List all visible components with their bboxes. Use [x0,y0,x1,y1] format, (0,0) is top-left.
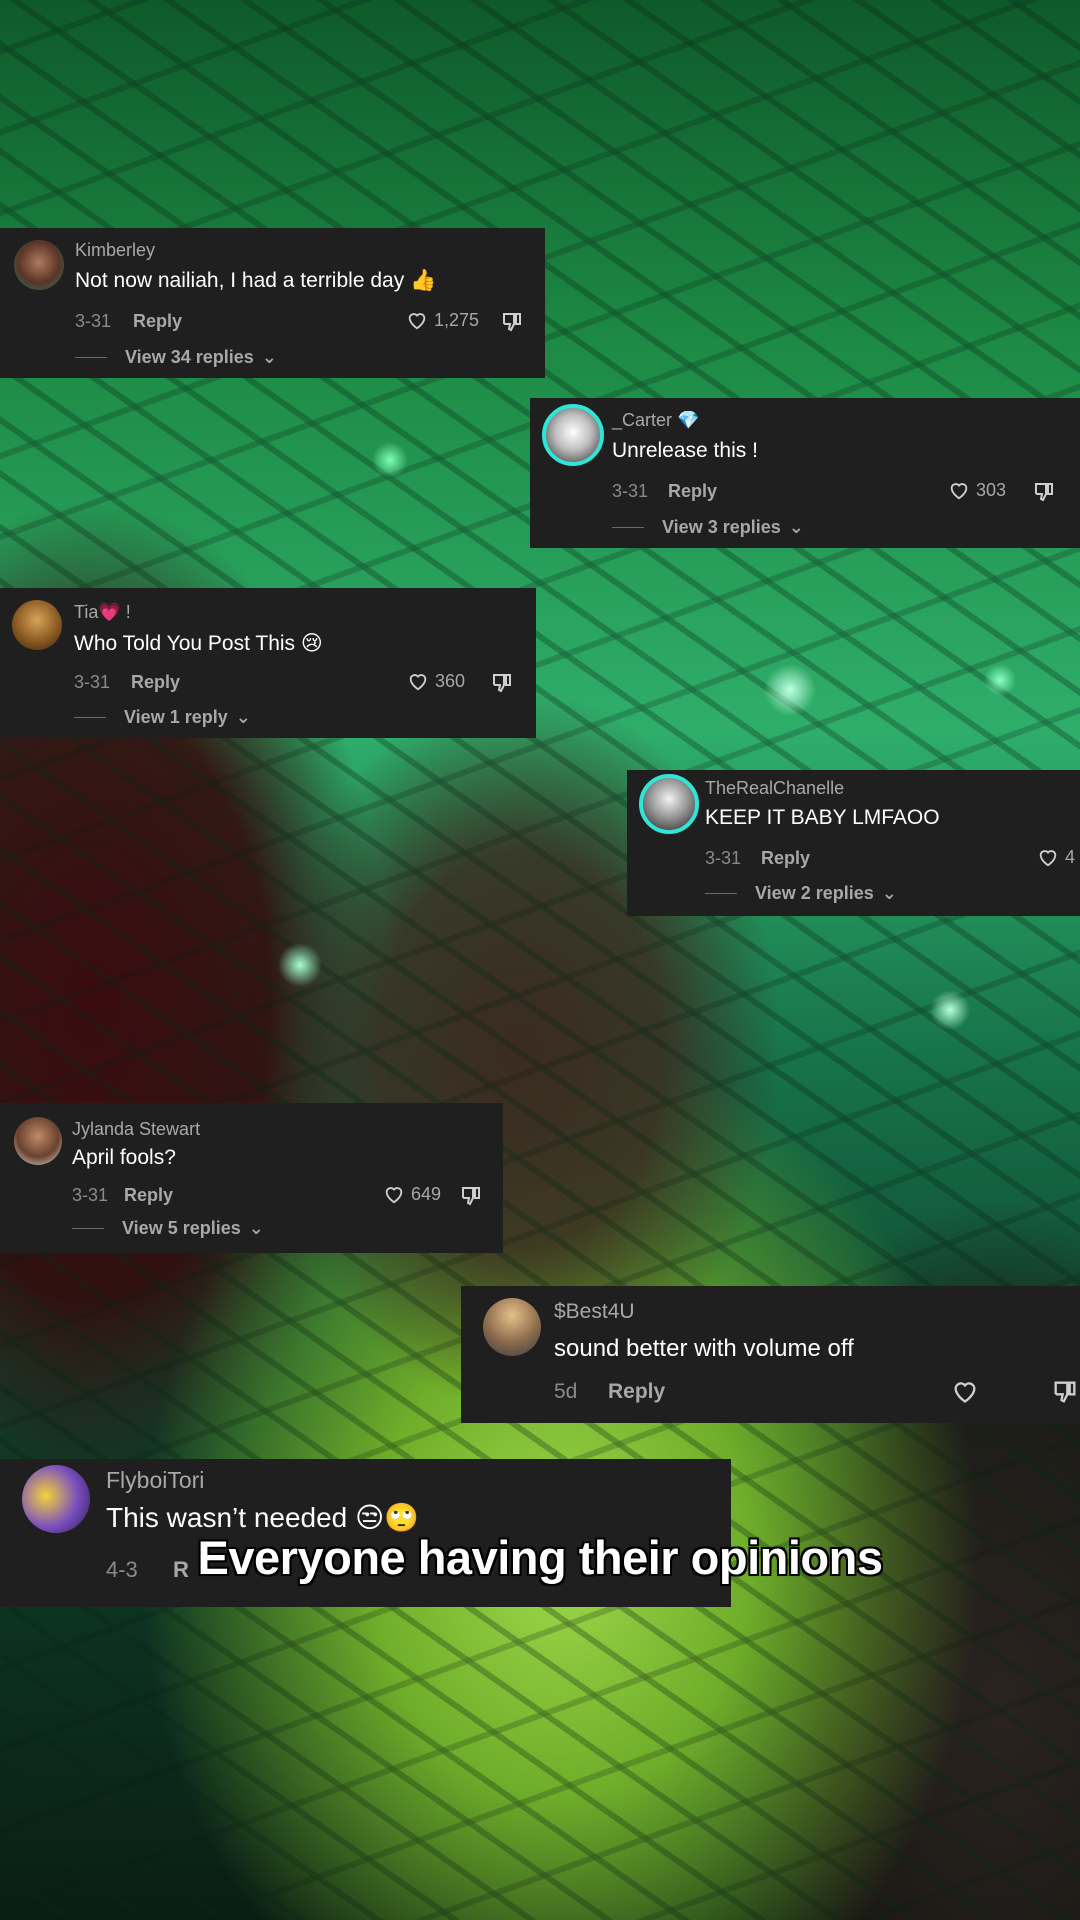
like-count: 4 [1065,846,1076,867]
reply-button[interactable]: Reply [131,672,180,693]
replies-divider-line [75,357,107,358]
avatar[interactable] [14,1117,62,1165]
chevron-down-icon: ⌄ [881,883,897,903]
like-count: 1,275 [434,309,480,330]
like-button[interactable]: 649 [383,1183,441,1205]
view-replies-label: View 2 replies [755,883,874,903]
comment-date: 3-31 [74,672,111,692]
view-replies-label: View 34 replies [125,347,254,367]
comment-username[interactable]: Kimberley [75,240,155,261]
avatar[interactable] [639,774,699,834]
reply-button[interactable]: Reply [668,481,717,502]
comment-text: Who Told You Post This 😢 [74,632,323,655]
view-replies-label: View 3 replies [662,517,781,537]
heart-icon [1039,850,1057,867]
heart-icon [385,1187,403,1204]
dislike-icon[interactable] [490,671,514,695]
video-caption: Everyone having their opinions [197,1531,883,1584]
like-button[interactable]: 1,275 [406,309,479,331]
comment-text: KEEP IT BABY LMFAOO [705,806,940,829]
comment-date: 3-31 [612,481,649,501]
like-button[interactable]: 4 [1037,846,1075,868]
comment-username[interactable]: $Best4U [554,1300,635,1324]
view-replies-button[interactable]: View 1 reply ⌄ [74,707,251,728]
reply-button[interactable]: Reply [608,1380,665,1404]
heart-icon [409,674,427,691]
reply-button[interactable]: Reply [761,848,810,869]
view-replies-button[interactable]: View 34 replies ⌄ [75,347,277,368]
comment-card: $Best4U sound better with volume off 5d … [461,1286,1080,1423]
heart-icon [950,483,968,500]
comment-card: TheRealChanelle KEEP IT BABY LMFAOO 3-31… [627,770,1080,916]
comment-text: Unrelease this ! [612,439,758,462]
comment-date: 3-31 [705,848,742,868]
dislike-icon[interactable] [1051,1378,1079,1406]
view-replies-button[interactable]: View 2 replies ⌄ [705,883,897,904]
comment-text: April fools? [72,1146,176,1169]
comment-username[interactable]: Jylanda Stewart [72,1119,200,1140]
comment-card: Tia💗 ! Who Told You Post This 😢 3-31 Rep… [0,588,536,738]
like-button[interactable]: 360 [407,670,465,692]
comment-username[interactable]: FlyboiTori [106,1467,204,1494]
comment-text: Not now nailiah, I had a terrible day 👍 [75,269,437,292]
avatar[interactable] [483,1298,541,1356]
heart-icon [954,1382,976,1403]
like-count: 303 [976,479,1007,500]
chevron-down-icon: ⌄ [235,707,251,727]
replies-divider-line [72,1228,104,1229]
like-button[interactable]: 303 [948,479,1006,501]
dislike-icon[interactable] [1032,480,1056,504]
replies-divider-line [705,893,737,894]
comment-date: 5d [554,1380,578,1403]
like-count: 649 [411,1183,442,1204]
comment-date: 3-31 [75,311,112,331]
comment-username[interactable]: _Carter 💎 [612,410,699,431]
view-replies-button[interactable]: View 5 replies ⌄ [72,1218,264,1239]
replies-divider-line [612,527,644,528]
chevron-down-icon: ⌄ [788,517,804,537]
view-replies-label: View 1 reply [124,707,228,727]
like-button[interactable] [951,1377,985,1405]
like-count: 360 [435,670,466,691]
dislike-icon[interactable] [500,310,524,334]
comment-date: 3-31 [72,1185,109,1205]
view-replies-label: View 5 replies [122,1218,241,1238]
avatar[interactable] [14,240,64,290]
comment-card: Kimberley Not now nailiah, I had a terri… [0,228,545,378]
chevron-down-icon: ⌄ [248,1218,264,1238]
comment-text: sound better with volume off [554,1335,854,1362]
avatar[interactable] [22,1465,90,1533]
dislike-icon[interactable] [459,1184,483,1208]
chevron-down-icon: ⌄ [261,347,277,367]
comment-card: Jylanda Stewart April fools? 3-31 Reply … [0,1103,503,1253]
replies-divider-line [74,717,106,718]
comment-card: _Carter 💎 Unrelease this ! 3-31 Reply 30… [530,398,1080,548]
reply-button[interactable]: Reply [133,311,182,332]
view-replies-button[interactable]: View 3 replies ⌄ [612,517,804,538]
avatar[interactable] [12,600,62,650]
heart-icon [408,313,426,330]
comment-username[interactable]: TheRealChanelle [705,778,844,799]
avatar[interactable] [542,404,604,466]
comment-username[interactable]: Tia💗 ! [74,602,131,623]
reply-button[interactable]: Reply [124,1185,173,1206]
